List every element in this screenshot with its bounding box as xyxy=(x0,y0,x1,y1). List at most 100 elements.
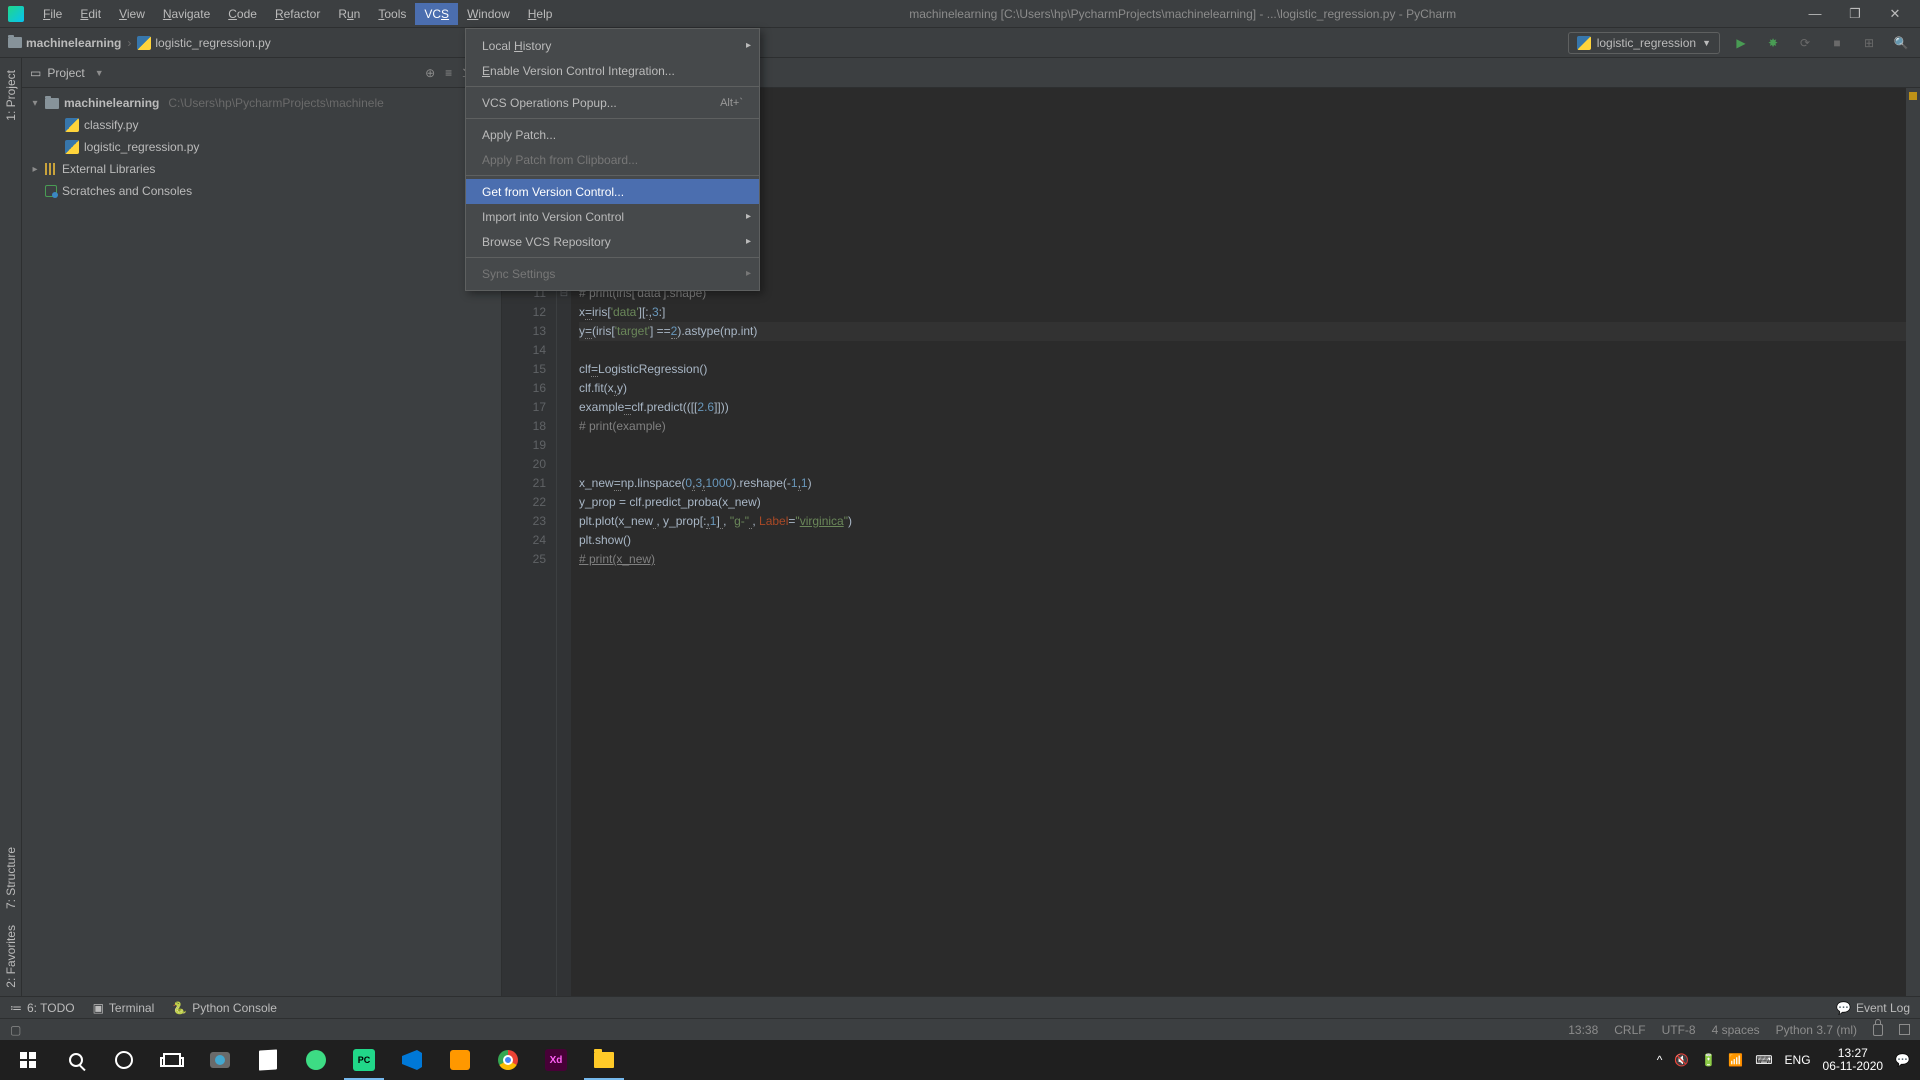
taskbar-camera[interactable] xyxy=(196,1040,244,1080)
tray-notifications-icon[interactable]: 💬 xyxy=(1895,1053,1910,1067)
taskbar-taskview[interactable] xyxy=(148,1040,196,1080)
tray-keyboard-icon[interactable]: ⌨ xyxy=(1755,1053,1772,1067)
menu-window[interactable]: Window xyxy=(458,3,519,25)
start-button[interactable] xyxy=(4,1040,52,1080)
vcs-menu-item[interactable]: Apply Patch... xyxy=(466,122,759,147)
menu-edit[interactable]: Edit xyxy=(71,3,110,25)
taskbar-chrome[interactable] xyxy=(484,1040,532,1080)
stop-button[interactable]: ■ xyxy=(1826,32,1848,54)
menu-navigate[interactable]: Navigate xyxy=(154,3,219,25)
run-configuration-selector[interactable]: logistic_regression ▼ xyxy=(1568,32,1720,54)
tool-tab-favorites[interactable]: 2: Favorites xyxy=(2,917,20,996)
warning-marker-icon[interactable] xyxy=(1909,92,1917,100)
breadcrumb-project[interactable]: machinelearning xyxy=(8,36,121,50)
vcs-menu-dropdown: Local History▸Enable Version Control Int… xyxy=(465,28,760,291)
tree-external-libraries[interactable]: ▸ External Libraries xyxy=(22,158,501,180)
taskbar-search[interactable] xyxy=(52,1040,100,1080)
status-encoding[interactable]: UTF-8 xyxy=(1662,1023,1696,1037)
folder-icon xyxy=(45,98,59,109)
tree-file-classify[interactable]: classify.py xyxy=(22,114,501,136)
status-python-interpreter[interactable]: Python 3.7 (ml) xyxy=(1776,1023,1857,1037)
tree-scratches-label: Scratches and Consoles xyxy=(62,184,192,198)
status-line-separator[interactable]: CRLF xyxy=(1614,1023,1645,1037)
project-panel-header: ▭Project▼ ⊕ ≡ ⇲ ⚙ xyxy=(22,58,501,88)
tool-todo-label: 6: TODO xyxy=(27,1001,75,1015)
code-content[interactable]: plot as plt datasets model import Logist… xyxy=(571,88,1906,996)
tray-clock[interactable]: 13:27 06-11-2020 xyxy=(1823,1047,1884,1073)
tool-terminal[interactable]: ▣Terminal xyxy=(93,1001,155,1015)
tray-battery-icon[interactable]: 🔋 xyxy=(1701,1053,1716,1067)
menu-view[interactable]: View xyxy=(110,3,154,25)
taskbar-xd[interactable]: Xd xyxy=(532,1040,580,1080)
chevron-down-icon[interactable]: ▼ xyxy=(95,68,104,78)
taskbar-sublime[interactable] xyxy=(436,1040,484,1080)
vcs-menu-item[interactable]: Get from Version Control... xyxy=(466,179,759,204)
android-studio-icon xyxy=(306,1050,326,1070)
vcs-menu-item[interactable]: Local History▸ xyxy=(466,33,759,58)
menu-help[interactable]: Help xyxy=(519,3,562,25)
menu-vcs[interactable]: VCS xyxy=(415,3,458,25)
update-project-button[interactable]: ⊞ xyxy=(1858,32,1880,54)
vcs-menu-item[interactable]: Import into Version Control▸ xyxy=(466,204,759,229)
workspace: 1: Project 7: Structure 2: Favorites ▭Pr… xyxy=(0,58,1920,996)
tray-overflow-icon[interactable]: ^ xyxy=(1657,1053,1663,1067)
run-with-coverage-button[interactable]: ⟳ xyxy=(1794,32,1816,54)
project-tree: ▾ machinelearning C:\Users\hp\PycharmPro… xyxy=(22,88,501,206)
navbar: machinelearning › logistic_regression.py… xyxy=(0,28,1920,58)
search-everywhere-button[interactable]: 🔍 xyxy=(1890,32,1912,54)
expand-all-button[interactable]: ≡ xyxy=(445,66,452,80)
tree-file-label: logistic_regression.py xyxy=(84,140,199,154)
expand-toggle-icon[interactable]: ▾ xyxy=(30,98,40,109)
taskbar-cortana[interactable] xyxy=(100,1040,148,1080)
locate-file-button[interactable]: ⊕ xyxy=(425,66,435,80)
tool-tab-project[interactable]: 1: Project xyxy=(2,62,20,129)
minimize-button[interactable]: — xyxy=(1804,6,1826,22)
run-button[interactable]: ▶ xyxy=(1730,32,1752,54)
tool-tab-project-label: 1: Project xyxy=(4,70,18,121)
scratches-icon xyxy=(45,185,57,197)
run-config-label: logistic_regression xyxy=(1597,36,1696,50)
vcs-menu-item[interactable]: VCS Operations Popup...Alt+` xyxy=(466,90,759,115)
debug-button[interactable]: ✸ xyxy=(1762,32,1784,54)
status-indent[interactable]: 4 spaces xyxy=(1712,1023,1760,1037)
inspections-widget-icon[interactable] xyxy=(1899,1024,1910,1035)
menu-code[interactable]: Code xyxy=(219,3,266,25)
taskbar-vscode[interactable] xyxy=(388,1040,436,1080)
tray-language[interactable]: ENG xyxy=(1785,1053,1811,1067)
vcs-menu-item[interactable]: Enable Version Control Integration... xyxy=(466,58,759,83)
taskbar-pycharm[interactable]: PC xyxy=(340,1040,388,1080)
windows-logo-icon xyxy=(20,1052,36,1068)
tray-wifi-icon[interactable]: 📶 xyxy=(1728,1053,1743,1067)
tool-todo[interactable]: ≔6: TODO xyxy=(10,1001,75,1015)
tray-volume-icon[interactable]: 🔇 xyxy=(1674,1053,1689,1067)
windows-taskbar: PC Xd ^ 🔇 🔋 📶 ⌨ ENG 13:27 06-11-2020 💬 xyxy=(0,1040,1920,1080)
menu-tools[interactable]: Tools xyxy=(369,3,415,25)
readonly-lock-icon[interactable] xyxy=(1873,1024,1883,1036)
error-stripe[interactable] xyxy=(1906,88,1920,996)
tool-tab-structure[interactable]: 7: Structure xyxy=(2,839,20,917)
tool-python-console[interactable]: 🐍Python Console xyxy=(172,1001,277,1015)
vcs-menu-item[interactable]: Browse VCS Repository▸ xyxy=(466,229,759,254)
tree-project-root[interactable]: ▾ machinelearning C:\Users\hp\PycharmPro… xyxy=(22,92,501,114)
event-log-icon: 💬 xyxy=(1836,1001,1851,1015)
tree-external-label: External Libraries xyxy=(62,162,155,176)
project-panel: ▭Project▼ ⊕ ≡ ⇲ ⚙ ▾ machinelearning C:\U… xyxy=(22,58,502,996)
maximize-button[interactable]: ❐ xyxy=(1844,6,1866,22)
taskbar-android-studio[interactable] xyxy=(292,1040,340,1080)
close-button[interactable]: ✕ xyxy=(1884,6,1906,22)
status-tool-windows-icon[interactable]: ▢ xyxy=(10,1023,21,1037)
menu-file[interactable]: File xyxy=(34,3,71,25)
tree-scratches[interactable]: Scratches and Consoles xyxy=(22,180,501,202)
menu-run[interactable]: Run xyxy=(329,3,369,25)
menu-refactor[interactable]: Refactor xyxy=(266,3,329,25)
system-tray: ^ 🔇 🔋 📶 ⌨ ENG 13:27 06-11-2020 💬 xyxy=(1657,1047,1916,1073)
breadcrumb-file[interactable]: logistic_regression.py xyxy=(137,36,270,50)
expand-toggle-icon[interactable]: ▸ xyxy=(30,164,40,175)
tool-event-log[interactable]: 💬Event Log xyxy=(1836,1001,1910,1015)
taskbar-notes[interactable] xyxy=(244,1040,292,1080)
status-caret-position[interactable]: 13:38 xyxy=(1568,1023,1598,1037)
breadcrumb-file-label: logistic_regression.py xyxy=(155,36,270,50)
taskbar-explorer[interactable] xyxy=(580,1040,628,1080)
notes-icon xyxy=(259,1049,277,1070)
tree-file-logistic-regression[interactable]: logistic_regression.py xyxy=(22,136,501,158)
